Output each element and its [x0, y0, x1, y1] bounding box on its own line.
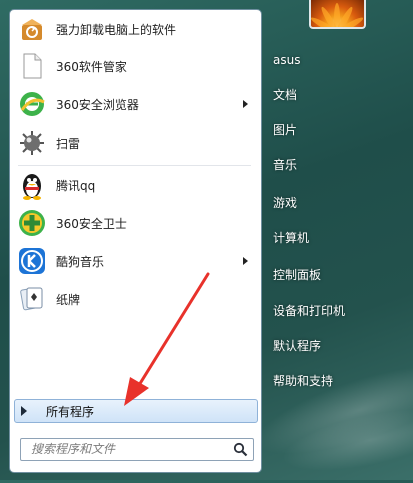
program-label: 360软件管家	[56, 59, 127, 74]
qq-penguin-icon	[17, 170, 47, 200]
right-item-documents[interactable]: 文档	[273, 84, 297, 106]
right-item-control-panel[interactable]: 控制面板	[273, 264, 321, 286]
right-item-pictures[interactable]: 图片	[273, 119, 297, 141]
360-security-guard-icon	[17, 208, 47, 238]
kugou-music-icon	[17, 246, 47, 276]
programs-pane: 强力卸载电脑上的软件 360软件管家 360安全浏览器 扫雷 腾讯qq 360安…	[9, 9, 262, 473]
program-item-uninstaller[interactable]: 强力卸载电脑上的软件	[12, 12, 258, 46]
expand-arrow-icon	[21, 406, 27, 416]
pinned-separator	[18, 165, 251, 166]
program-label: 强力卸载电脑上的软件	[56, 22, 177, 37]
program-item-kugou-music[interactable]: 酷狗音乐	[12, 244, 258, 278]
search-input[interactable]	[21, 439, 231, 458]
solitaire-cards-icon	[17, 284, 47, 314]
program-label: 纸牌	[56, 292, 81, 307]
program-label: 酷狗音乐	[56, 254, 105, 269]
search-icon[interactable]	[233, 442, 248, 457]
program-item-360-browser[interactable]: 360安全浏览器	[12, 87, 258, 121]
right-item-default-programs[interactable]: 默认程序	[273, 335, 321, 357]
360-browser-icon	[17, 89, 47, 119]
program-label: 扫雷	[56, 136, 81, 151]
all-programs-button[interactable]: 所有程序	[14, 399, 258, 423]
right-item-music[interactable]: 音乐	[273, 154, 297, 176]
submenu-arrow-icon	[243, 257, 248, 265]
program-item-360-software-manager[interactable]: 360软件管家	[12, 49, 258, 83]
places-pane: asus 文档 图片 音乐 游戏 计算机 控制面板 设备和打印机 默认程序 帮助…	[262, 0, 413, 480]
right-item-help-support[interactable]: 帮助和支持	[273, 370, 333, 392]
uninstaller-box-icon	[17, 14, 47, 44]
search-box[interactable]	[20, 438, 254, 461]
program-label: 腾讯qq	[56, 178, 96, 193]
right-item-games[interactable]: 游戏	[273, 192, 297, 214]
program-item-solitaire[interactable]: 纸牌	[12, 282, 258, 316]
right-item-user-folder[interactable]: asus	[273, 49, 300, 71]
right-item-devices-printers[interactable]: 设备和打印机	[273, 300, 345, 322]
submenu-arrow-icon	[243, 100, 248, 108]
blank-document-icon	[17, 51, 47, 81]
minesweeper-mine-icon	[17, 128, 47, 158]
all-programs-label: 所有程序	[46, 404, 95, 419]
right-item-computer[interactable]: 计算机	[273, 227, 309, 249]
program-label: 360安全卫士	[56, 216, 127, 231]
program-item-tencent-qq[interactable]: 腾讯qq	[12, 168, 258, 202]
program-item-360-security-guard[interactable]: 360安全卫士	[12, 206, 258, 240]
program-item-minesweeper[interactable]: 扫雷	[12, 126, 258, 160]
program-label: 360安全浏览器	[56, 97, 139, 112]
